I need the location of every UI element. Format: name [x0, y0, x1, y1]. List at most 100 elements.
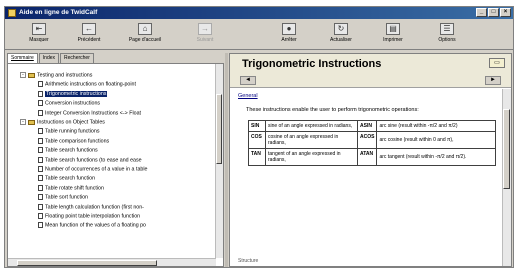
- cell-expr: arc tangent (result within -π/2 and π/2)…: [376, 148, 496, 166]
- pane-splitter[interactable]: [225, 53, 228, 267]
- page-icon: [38, 175, 43, 182]
- tab-1[interactable]: Index: [38, 53, 60, 63]
- page-icon: [38, 109, 43, 116]
- toolbar-button-label: Page d'accueil: [128, 37, 162, 43]
- home-icon: ⌂: [138, 23, 152, 35]
- forward-icon: →: [198, 23, 212, 35]
- topic-vertical-scrollbar[interactable]: [502, 89, 511, 266]
- tree-page-item[interactable]: Trigonometric instructions: [38, 90, 108, 98]
- tree-item-label: Mean function of the values of a floatin…: [45, 222, 147, 229]
- page-icon: [38, 222, 43, 229]
- toolbar-button-4[interactable]: ● Arrêter: [267, 23, 311, 49]
- next-topic-button[interactable]: ►: [485, 76, 501, 85]
- tree-page-item[interactable]: Table length calculation function (first…: [38, 203, 144, 211]
- tree-page-item[interactable]: Table search function: [38, 175, 95, 182]
- tab-0[interactable]: Sommaire: [7, 53, 38, 63]
- topic-scroll-thumb[interactable]: [503, 109, 510, 189]
- tree-item-label: Trigonometric instructions: [45, 91, 108, 98]
- collapse-icon[interactable]: -: [20, 119, 26, 125]
- cell-code: COS: [248, 131, 266, 149]
- previous-topic-button[interactable]: ◄: [240, 76, 256, 85]
- toolbar-button-label: Masquer: [29, 37, 49, 43]
- toolbar-button-label: Précédent: [77, 37, 101, 43]
- toolbar: ⇤ Masquer ← Précédent ⌂ Page d'accueil → Suivan…: [5, 20, 513, 50]
- section-heading[interactable]: General: [238, 93, 494, 99]
- toolbar-button-1[interactable]: ← Précédent: [67, 23, 111, 49]
- page-icon: [38, 213, 43, 219]
- toolbar-button-2[interactable]: ⌂ Page d'accueil: [123, 23, 167, 49]
- cell-code2: ASIN: [356, 120, 378, 132]
- title-bar[interactable]: Aide en ligne de TwidCalf _ □ ×: [5, 7, 513, 19]
- tree-page-item[interactable]: Arithmetic instructions on floating-poin…: [38, 81, 136, 88]
- tree-item-label: Table length calculation function (first…: [45, 204, 144, 210]
- tab-2[interactable]: Rechercher: [60, 53, 94, 63]
- collapse-icon[interactable]: -: [20, 72, 26, 78]
- hide-icon: ⇤: [32, 23, 46, 35]
- tree-item-label: Conversion instructions: [45, 100, 101, 107]
- tree-horizontal-scrollbar[interactable]: [8, 258, 216, 266]
- cell-desc: cosine of an angle expressed in radians,: [265, 131, 358, 149]
- close-button[interactable]: ×: [500, 8, 511, 17]
- back-icon: ←: [82, 23, 96, 35]
- tree-page-item[interactable]: Table search functions (to ease and ease: [38, 156, 142, 164]
- cell-code: TAN: [248, 148, 266, 166]
- tree-item-label: Table sort function: [45, 194, 88, 201]
- tree-page-item[interactable]: Integer Conversion Instructions <-> Floa…: [38, 109, 141, 117]
- toolbar-button-label: Imprimer: [383, 37, 403, 43]
- function-table: SIN sine of an angle expressed in radians…: [248, 120, 496, 166]
- tree-item-label: Table search functions (to ease and ease: [45, 157, 142, 163]
- tree-item-label: Arithmetic instructions on floating-poin…: [45, 81, 136, 88]
- tree-page-item[interactable]: Conversion instructions: [38, 100, 100, 107]
- page-icon: [38, 156, 43, 163]
- tree-item-label: Table comparison functions: [45, 138, 110, 145]
- tree-item-label: Table rotate shift function: [45, 185, 104, 192]
- navigation-pane: Sommaire Index Rechercher Mean function of…: [7, 53, 224, 267]
- tree-page-item[interactable]: Floating point table interpolation funct…: [38, 213, 140, 220]
- page-icon: [38, 90, 43, 97]
- tree-hscroll-thumb[interactable]: [17, 260, 157, 266]
- tree-item-label: Number of occurrences of a value in a ta…: [45, 166, 148, 173]
- page-icon: [38, 194, 43, 201]
- tree-item-label: Floating point table interpolation funct…: [45, 213, 141, 220]
- intro-text: These instructions enable the user to pe…: [246, 107, 419, 113]
- tree-vertical-scrollbar[interactable]: [215, 64, 223, 258]
- help-window: Aide en ligne de TwidCalf _ □ × ⇤ Masquer…: [4, 6, 514, 268]
- tree-page-item[interactable]: Table running functions: [38, 128, 99, 135]
- cell-code: SIN: [248, 120, 266, 132]
- contents-tree: Mean function of the values of a floatin…: [7, 63, 224, 267]
- page-icon: [38, 137, 43, 144]
- tree-page-item[interactable]: Table sort function: [38, 194, 88, 201]
- tree-item-label: Table search functions: [45, 147, 98, 154]
- cell-desc: tangent of an angle expressed in radians…: [265, 148, 358, 166]
- topic-pane: Trigonometric Instructions ▭ ◄ ► General…: [229, 53, 512, 267]
- toolbar-button-3[interactable]: → Suivant: [183, 23, 227, 49]
- tree-book-item[interactable]: - Instructions on Object Tables: [20, 119, 105, 126]
- toolbar-button-6[interactable]: ▤ Imprimer: [371, 23, 415, 49]
- page-icon: [38, 128, 43, 135]
- next-section-heading: Structure: [238, 258, 259, 264]
- tree-page-item[interactable]: Mean function of the values of a floatin…: [38, 222, 146, 229]
- tree-page-item[interactable]: Number of occurrences of a value in a ta…: [38, 166, 147, 173]
- tree-item-label: Integer Conversion Instructions <-> Floa…: [45, 110, 141, 116]
- topic-header: Trigonometric Instructions ▭ ◄ ►: [230, 54, 511, 88]
- stop-icon: ●: [282, 23, 296, 35]
- cell-code2: ACOS: [356, 131, 378, 149]
- topic-bar-icon[interactable]: ▭: [489, 58, 505, 68]
- toolbar-button-5[interactable]: ↻ Actualiser: [319, 23, 363, 49]
- toolbar-button-7[interactable]: ☰ Options: [425, 23, 469, 49]
- tree-scroll-thumb[interactable]: [216, 94, 222, 164]
- cell-desc: sine of an angle expressed in radians,: [265, 120, 358, 132]
- tree-page-item[interactable]: Table search functions: [38, 147, 98, 154]
- book-icon: [28, 119, 35, 125]
- tree-book-item[interactable]: - Testing and instructions: [20, 72, 92, 79]
- table-row: COS cosine of an angle expressed in radia…: [248, 131, 496, 149]
- toolbar-button-label: Options: [438, 37, 456, 43]
- tree-page-item[interactable]: Table comparison functions: [38, 137, 110, 145]
- maximize-button[interactable]: □: [488, 8, 499, 17]
- toolbar-button-0[interactable]: ⇤ Masquer: [17, 23, 61, 49]
- tree-page-item[interactable]: Table rotate shift function: [38, 184, 104, 192]
- window-title: Aide en ligne de TwidCalf: [19, 9, 98, 16]
- tree-item-label: Table running functions: [45, 128, 100, 135]
- table-row: SIN sine of an angle expressed in radians…: [248, 120, 496, 132]
- minimize-button[interactable]: _: [476, 8, 487, 17]
